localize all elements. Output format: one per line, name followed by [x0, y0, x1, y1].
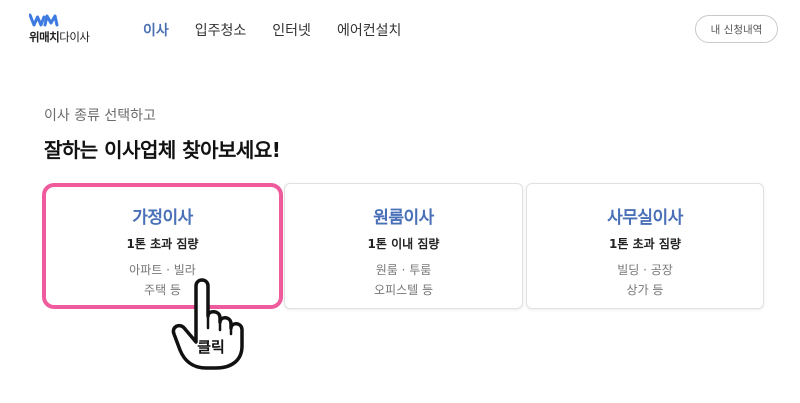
card-office-moving[interactable]: 사무실이사 1톤 초과 짐량 빌딩 · 공장 상가 등 — [526, 183, 764, 309]
card-desc-line1: 빌딩 · 공장 — [617, 263, 673, 277]
card-spec: 1톤 초과 짐량 — [126, 237, 199, 251]
page-subtitle: 이사 종류 선택하고 — [44, 108, 156, 124]
card-name: 가정이사 — [132, 208, 193, 228]
nav-item-internet[interactable]: 인터넷 — [272, 20, 311, 40]
page-title: 잘하는 이사업체 찾아보세요! — [44, 138, 281, 162]
card-desc-line2: 상가 등 — [626, 283, 664, 297]
pointing-hand-icon: 클릭 — [171, 278, 244, 370]
main-nav: 이사 입주청소 인터넷 에어컨설치 — [143, 20, 427, 40]
logo-text: 위매치다이사 — [29, 29, 90, 45]
card-name: 사무실이사 — [607, 208, 683, 228]
card-spec: 1톤 초과 짐량 — [609, 237, 681, 251]
nav-item-moving[interactable]: 이사 — [143, 20, 169, 40]
logo-text-light: 다이사 — [59, 30, 90, 44]
click-label: 클릭 — [197, 338, 225, 356]
my-requests-button[interactable]: 내 신청내역 — [695, 15, 778, 43]
card-oneroom-moving[interactable]: 원룸이사 1톤 이내 짐량 원룸 · 투룸 오피스텔 등 — [284, 183, 523, 309]
card-name: 원룸이사 — [373, 208, 434, 228]
logo-mark-icon — [29, 13, 59, 27]
card-desc-line2: 오피스텔 등 — [373, 283, 433, 297]
card-desc-line1: 원룸 · 투룸 — [375, 263, 432, 277]
card-description: 원룸 · 투룸 오피스텔 등 — [285, 260, 522, 300]
top-header: 위매치다이사 이사 입주청소 인터넷 에어컨설치 내 신청내역 — [0, 0, 800, 58]
card-description: 빌딩 · 공장 상가 등 — [527, 260, 763, 300]
wematch-logo[interactable]: 위매치다이사 — [29, 12, 93, 44]
logo-text-bold: 위매치 — [29, 30, 60, 44]
nav-item-aircon-install[interactable]: 에어컨설치 — [337, 20, 401, 40]
nav-item-move-in-cleaning[interactable]: 입주청소 — [195, 20, 247, 40]
card-spec: 1톤 이내 짐량 — [367, 237, 440, 251]
